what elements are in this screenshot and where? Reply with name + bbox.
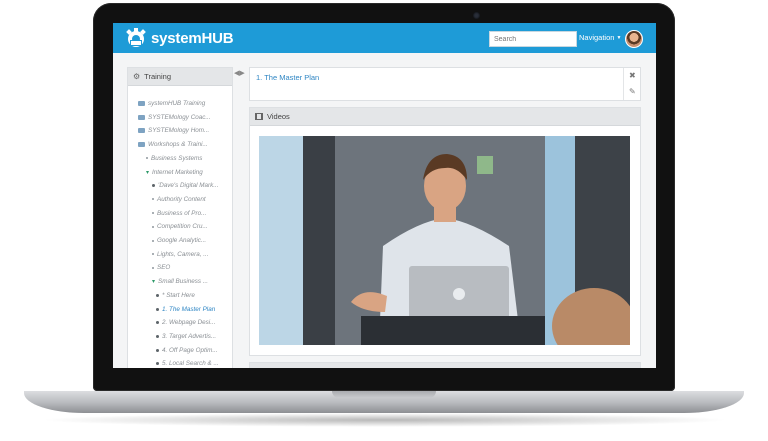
- screen: systemHUB Navigation ▼ ⚙ Training system…: [113, 23, 656, 368]
- gear-icon: ⚙: [133, 72, 141, 81]
- sidebar-item-label: SYSTEMology Coac...: [148, 113, 211, 121]
- sidebar-item-label: 2. Webpage Desi...: [162, 319, 216, 327]
- sidebar-item-5[interactable]: ▾ Internet Marketing: [146, 169, 203, 176]
- logo-text: systemHUB: [151, 29, 234, 47]
- bullet-icon: [146, 157, 148, 160]
- sidebar-item-label: SYSTEMology Hom...: [148, 127, 210, 135]
- sidebar-item-14[interactable]: * Start Here: [156, 292, 195, 299]
- next-panel-header: [249, 362, 641, 368]
- divider: [623, 68, 624, 100]
- breadcrumb-panel: 1. The Master Plan ✖ ✎: [249, 67, 641, 101]
- chevron-right-icon: ▶: [239, 70, 245, 77]
- dot-icon: [156, 293, 159, 297]
- camera-icon: [473, 12, 480, 19]
- sidebar-item-label: 'Dave's Digital Mark...: [158, 182, 219, 190]
- sidebar-item-9[interactable]: Competition Cru...: [152, 223, 208, 230]
- sidebar-item-label: Competition Cru...: [157, 223, 208, 231]
- bullet-icon: [152, 253, 154, 256]
- sidebar-item-label: Google Analytic...: [157, 237, 207, 244]
- collapse-sidebar-toggle[interactable]: ◀▶: [234, 69, 245, 77]
- close-icon[interactable]: ✖: [629, 71, 636, 80]
- sidebar-item-0[interactable]: systemHUB Training: [138, 100, 205, 107]
- dot-icon: [156, 334, 159, 338]
- sidebar-item-label: Small Business ...: [158, 278, 209, 286]
- navigation-label: Navigation: [579, 33, 615, 42]
- logo[interactable]: systemHUB: [125, 27, 234, 49]
- folder-icon: [138, 101, 145, 106]
- laptop-frame: systemHUB Navigation ▼ ⚙ Training system…: [0, 0, 768, 441]
- sidebar-item-label: systemHUB Training: [148, 100, 206, 107]
- sidebar-item-label: Workshops & Traini...: [148, 141, 208, 149]
- sidebar-item-7[interactable]: Authority Content: [152, 196, 206, 203]
- pencil-icon[interactable]: ✎: [629, 87, 636, 96]
- sidebar-title: Training: [144, 72, 171, 81]
- film-icon: [255, 113, 263, 120]
- sidebar-header: ⚙ Training: [128, 68, 232, 86]
- sidebar-item-4[interactable]: Business Systems: [146, 155, 202, 162]
- bullet-icon: [152, 198, 154, 201]
- laptop-shadow: [40, 413, 730, 427]
- navigation-dropdown[interactable]: Navigation ▼: [579, 33, 621, 42]
- sidebar-item-label: 5. Local Search & ...: [162, 360, 219, 368]
- videos-panel: Videos: [249, 107, 641, 356]
- sidebar-item-label: * Start Here: [162, 291, 195, 299]
- training-sidebar: ⚙ Training systemHUB Training SYSTEMology…: [127, 67, 233, 368]
- expand-icon: ▾: [146, 169, 150, 176]
- sidebar-item-label: Lights, Camera, ...: [157, 250, 209, 258]
- sidebar-item-10[interactable]: Google Analytic...: [152, 237, 206, 244]
- folder-icon: [138, 128, 145, 134]
- expand-icon: ▾: [152, 279, 156, 286]
- sidebar-item-17[interactable]: 3. Target Advertis...: [156, 333, 216, 340]
- sidebar-item-label: 3. Target Advertis...: [162, 332, 217, 340]
- bullet-icon: [152, 212, 154, 215]
- sidebar-item-label: Business of Pro...: [157, 209, 207, 217]
- sidebar-item-12[interactable]: SEO: [152, 264, 170, 271]
- sidebar-item-16[interactable]: 2. Webpage Desi...: [156, 319, 215, 326]
- bullet-icon: [152, 225, 154, 228]
- sidebar-item-19[interactable]: 5. Local Search & ...: [156, 360, 219, 367]
- avatar[interactable]: [625, 30, 643, 48]
- folder-icon: [138, 114, 145, 120]
- sidebar-item-8[interactable]: Business of Pro...: [152, 210, 206, 217]
- sidebar-item-1[interactable]: SYSTEMology Coac...: [138, 114, 211, 121]
- bullet-icon: [152, 239, 154, 242]
- sidebar-item-13[interactable]: ▾ Small Business ...: [152, 278, 208, 285]
- gear-logo-icon: [126, 28, 146, 47]
- search-input[interactable]: [489, 31, 577, 47]
- sidebar-item-3[interactable]: Workshops & Traini...: [138, 141, 208, 148]
- sidebar-item-label: Authority Content: [157, 195, 206, 203]
- videos-title: Videos: [267, 112, 290, 121]
- sidebar-item-label: SEO: [157, 264, 171, 272]
- sidebar-item-18[interactable]: 4. Off Page Optim...: [156, 347, 218, 354]
- videos-header: Videos: [250, 108, 640, 126]
- dot-icon: [156, 362, 159, 366]
- bullet-icon: [152, 266, 154, 269]
- sidebar-item-15[interactable]: 1. The Master Plan: [156, 306, 215, 313]
- video-frame: [259, 136, 630, 345]
- folder-icon: [138, 142, 145, 148]
- sidebar-item-label: 4. Off Page Optim...: [162, 346, 218, 354]
- sidebar-item-2[interactable]: SYSTEMology Hom...: [138, 127, 209, 134]
- sidebar-item-6[interactable]: 'Dave's Digital Mark...: [152, 182, 219, 189]
- dot-icon: [156, 348, 159, 352]
- dot-icon: [156, 307, 159, 311]
- breadcrumb[interactable]: 1. The Master Plan: [256, 73, 319, 82]
- dot-icon: [156, 321, 159, 325]
- laptop-notch: [332, 391, 436, 398]
- caret-down-icon: ▼: [616, 34, 622, 41]
- sidebar-item-label: Business Systems: [151, 154, 203, 162]
- sidebar-item-label: 1. The Master Plan: [162, 305, 216, 313]
- sidebar-item-label: Internet Marketing: [152, 168, 203, 176]
- video-player[interactable]: [259, 136, 630, 345]
- sidebar-item-11[interactable]: Lights, Camera, ...: [152, 251, 208, 258]
- top-navbar: systemHUB Navigation ▼: [113, 23, 656, 53]
- dot-icon: [152, 184, 155, 188]
